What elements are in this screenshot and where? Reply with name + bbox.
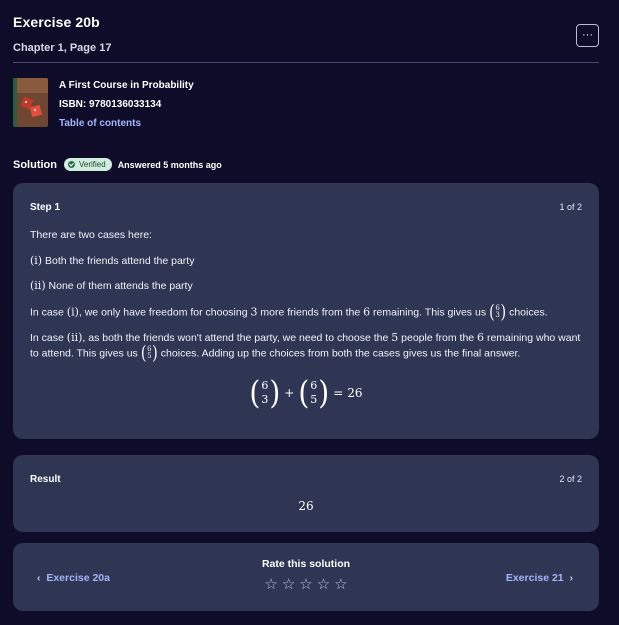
star-icon[interactable]: ☆ bbox=[299, 577, 312, 592]
step-intro: There are two cases here: bbox=[30, 229, 152, 241]
page-title: Exercise 20b bbox=[13, 14, 100, 30]
table-of-contents-link[interactable]: Table of contents bbox=[59, 118, 194, 129]
solution-header: Solution Verified Answered 5 months ago bbox=[13, 158, 222, 171]
formula-result: 26 bbox=[347, 386, 363, 400]
ellipsis-icon: ··· bbox=[582, 29, 593, 41]
book-title: A First Course in Probability bbox=[59, 80, 194, 91]
final-formula: (6 3) + (6 5) = 26 bbox=[249, 373, 363, 412]
header-divider bbox=[13, 62, 599, 63]
step-card: Step 1 1 of 2 There are two cases here: … bbox=[13, 183, 599, 439]
page-subtitle: Chapter 1, Page 17 bbox=[13, 42, 112, 54]
result-value: 26 bbox=[298, 499, 314, 513]
chevron-right-icon: › bbox=[569, 573, 573, 584]
case-two-explanation: In case (ii), as both the friends won't … bbox=[30, 330, 581, 364]
next-exercise-link[interactable]: Exercise 21 › bbox=[506, 572, 579, 584]
star-icon[interactable]: ☆ bbox=[264, 577, 277, 592]
step-count: 1 of 2 bbox=[559, 202, 582, 212]
verified-badge: Verified bbox=[64, 158, 112, 171]
star-icon[interactable]: ☆ bbox=[317, 577, 330, 592]
star-icon[interactable]: ☆ bbox=[282, 577, 295, 592]
binomial-6-5: (6 5) bbox=[140, 341, 158, 364]
book-info: A First Course in Probability ISBN: 9780… bbox=[13, 78, 194, 129]
star-icon[interactable]: ☆ bbox=[334, 577, 347, 592]
result-count: 2 of 2 bbox=[559, 474, 582, 484]
rating-card: ‹ Exercise 20a Rate this solution ☆ ☆ ☆ ☆… bbox=[13, 543, 599, 611]
result-title: Result bbox=[30, 474, 61, 485]
binomial-6-3: (6 3) bbox=[488, 300, 507, 324]
rate-title: Rate this solution bbox=[261, 558, 351, 570]
check-icon bbox=[68, 161, 75, 168]
step-title: Step 1 bbox=[30, 202, 61, 213]
book-cover-image[interactable] bbox=[13, 78, 48, 127]
more-options-button[interactable]: ··· bbox=[576, 24, 599, 47]
result-card: Result 2 of 2 26 bbox=[13, 455, 599, 532]
case-one-explanation: In case (i), we only have freedom for ch… bbox=[30, 300, 548, 324]
page-header: Exercise 20b Chapter 1, Page 17 ··· bbox=[13, 14, 599, 54]
book-isbn: ISBN: 9780136033134 bbox=[59, 99, 162, 110]
case-one: (i) Both the friends attend the party bbox=[30, 253, 195, 267]
step-content: There are two cases here: (i) Both the f… bbox=[30, 229, 585, 372]
solution-label: Solution bbox=[13, 158, 57, 171]
answered-time: Answered 5 months ago bbox=[117, 159, 222, 170]
verified-label: Verified bbox=[79, 160, 106, 169]
case-two: (ii) None of them attends the party bbox=[30, 279, 193, 293]
